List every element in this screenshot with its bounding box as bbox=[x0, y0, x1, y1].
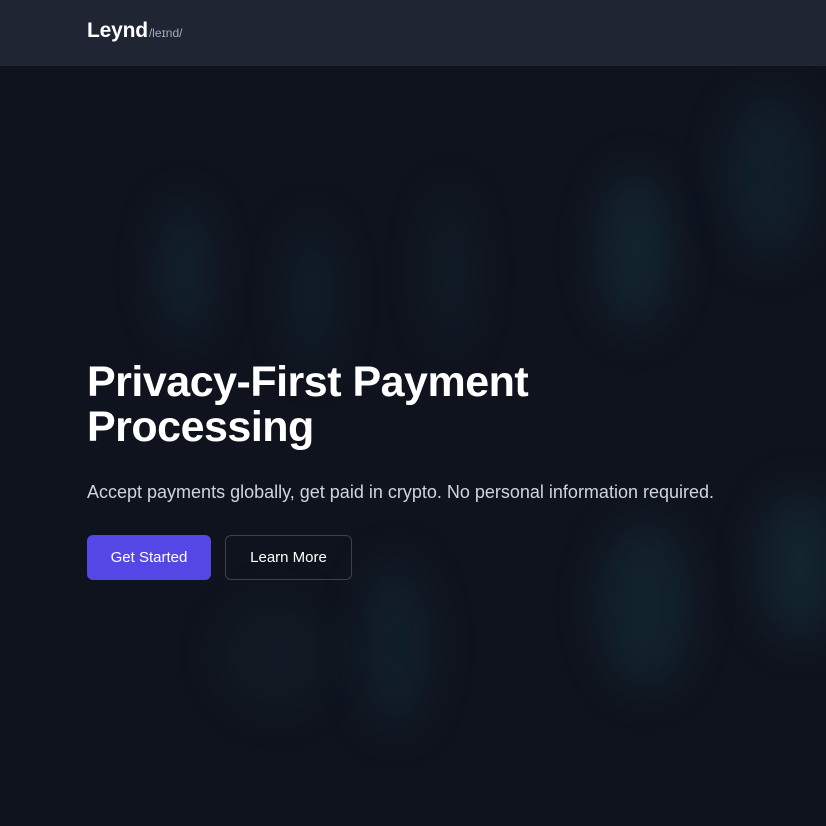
brand-logo-link[interactable]: Leynd /leɪnd/ bbox=[87, 19, 182, 43]
hero-actions: Get Started Learn More bbox=[87, 535, 807, 580]
hero-section: Privacy-First Payment Processing Accept … bbox=[87, 360, 807, 580]
hero-subtitle: Accept payments globally, get paid in cr… bbox=[87, 482, 715, 502]
background-glow bbox=[360, 560, 430, 730]
landing-page: Leynd /leɪnd/ Privacy-First Payment Proc… bbox=[0, 0, 826, 826]
background-glow bbox=[220, 600, 330, 710]
background-glow bbox=[160, 200, 210, 340]
learn-more-button[interactable]: Learn More bbox=[225, 535, 352, 580]
brand-phonetic: /leɪnd/ bbox=[148, 26, 183, 40]
background-glow bbox=[290, 220, 335, 370]
background-glow bbox=[600, 170, 670, 330]
background-glow bbox=[725, 90, 815, 260]
background-glow bbox=[430, 190, 470, 350]
hero-title-line1: Privacy-First Payment bbox=[87, 358, 529, 406]
hero-title: Privacy-First Payment Processing bbox=[87, 360, 807, 450]
get-started-button[interactable]: Get Started bbox=[87, 535, 211, 580]
brand-name: Leynd bbox=[87, 19, 148, 42]
hero-title-line2: Processing bbox=[87, 403, 314, 451]
top-navbar: Leynd /leɪnd/ bbox=[0, 0, 826, 66]
